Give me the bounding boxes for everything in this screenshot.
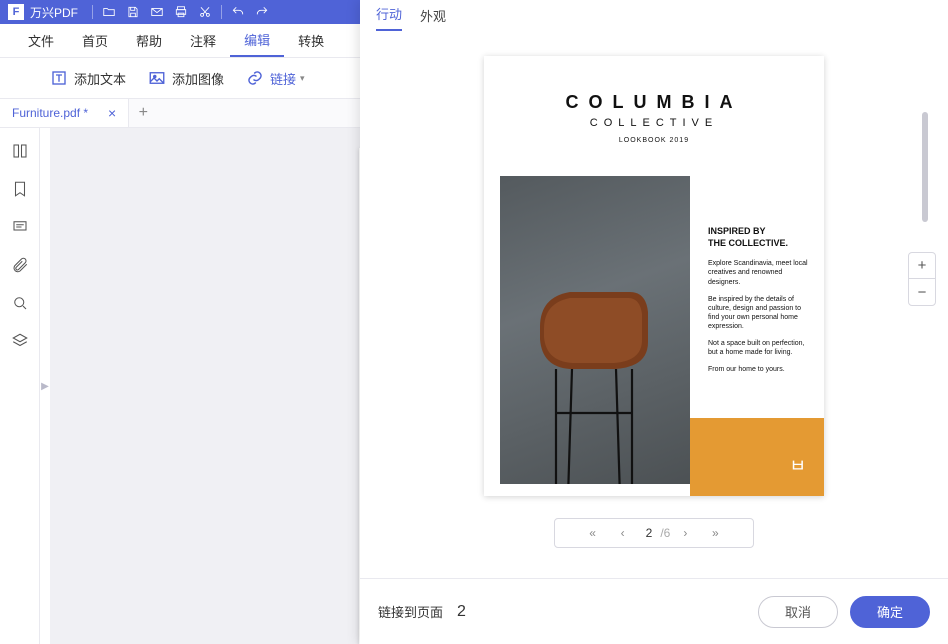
text-icon (50, 69, 68, 87)
preview-hero-image (500, 176, 690, 484)
cancel-button[interactable]: 取消 (758, 596, 838, 628)
document-tab-label: Furniture.pdf * (12, 106, 88, 120)
link-tool[interactable]: 链接 ▾ (246, 69, 305, 88)
bookmark-icon[interactable] (11, 180, 29, 198)
side-heading: INSPIRED BY THE COLLECTIVE. (708, 226, 808, 249)
chevron-down-icon: ▾ (300, 73, 305, 84)
total-pages: /6 (660, 526, 670, 540)
app-title: 万兴PDF (30, 4, 78, 21)
menu-annotate[interactable]: 注释 (176, 24, 230, 57)
current-page: 2 (646, 526, 653, 540)
add-image-tool[interactable]: 添加图像 (148, 69, 224, 88)
save-icon[interactable] (123, 2, 143, 22)
link-label: 链接 (270, 69, 296, 88)
mail-icon[interactable] (147, 2, 167, 22)
first-page-button[interactable]: « (578, 526, 608, 540)
link-dialog: 行动 外观 COLUMBIA COLLECTIVE LOOKBOOK 2019 (360, 0, 948, 644)
comment-icon[interactable] (11, 218, 29, 236)
menu-edit[interactable]: 编辑 (230, 24, 284, 57)
scrollbar-thumb[interactable] (922, 112, 928, 222)
preview-scrollbar[interactable] (922, 112, 928, 232)
last-page-button[interactable]: » (700, 526, 730, 540)
add-text-label: 添加文本 (74, 69, 126, 88)
add-image-label: 添加图像 (172, 69, 224, 88)
dialog-footer: 链接到页面 2 取消 确定 (360, 578, 948, 644)
zoom-in-button[interactable]: + (909, 253, 935, 279)
side-paragraph: From our home to yours. (708, 365, 808, 374)
link-icon (246, 69, 264, 87)
redo-icon[interactable] (252, 2, 272, 22)
menu-convert[interactable]: 转换 (284, 24, 338, 57)
separator (92, 5, 93, 19)
preview-area: COLUMBIA COLLECTIVE LOOKBOOK 2019 INSPIR… (360, 32, 948, 578)
thumbnails-icon[interactable] (11, 142, 29, 160)
zoom-out-button[interactable]: − (909, 279, 935, 305)
prev-page-button[interactable]: ‹ (608, 526, 638, 540)
menu-help[interactable]: 帮助 (122, 24, 176, 57)
preview-side-copy: INSPIRED BY THE COLLECTIVE. Explore Scan… (708, 226, 808, 382)
undo-icon[interactable] (228, 2, 248, 22)
document-tab[interactable]: Furniture.pdf * × (0, 99, 129, 127)
preview-accent-block: ㅂ (690, 418, 824, 496)
image-icon (148, 69, 166, 87)
separator (221, 5, 222, 19)
attachment-icon[interactable] (11, 256, 29, 274)
preview-brand: COLUMBIA COLLECTIVE LOOKBOOK 2019 (484, 56, 824, 144)
brand-subtitle: COLLECTIVE (484, 117, 824, 129)
menu-file[interactable]: 文件 (14, 24, 68, 57)
chair-illustration (520, 267, 670, 484)
accent-glyph: ㅂ (789, 452, 806, 478)
link-to-page-label: 链接到页面 (378, 602, 443, 621)
preview-page[interactable]: COLUMBIA COLLECTIVE LOOKBOOK 2019 INSPIR… (484, 56, 824, 496)
dialog-tab-appearance[interactable]: 外观 (420, 6, 446, 31)
add-text-tool[interactable]: 添加文本 (50, 69, 126, 88)
side-paragraph: Explore Scandinavia, meet local creative… (708, 259, 808, 286)
link-to-page-value: 2 (457, 603, 466, 621)
zoom-control: + − (908, 252, 936, 306)
menu-home[interactable]: 首页 (68, 24, 122, 57)
close-tab-icon[interactable]: × (108, 105, 116, 121)
new-tab-button[interactable]: + (129, 104, 157, 122)
left-sidebar (0, 128, 40, 644)
side-paragraph: Be inspired by the details of culture, d… (708, 295, 808, 331)
open-folder-icon[interactable] (99, 2, 119, 22)
sidebar-collapse-handle[interactable]: ▶ (40, 128, 50, 644)
search-icon[interactable] (11, 294, 29, 312)
layers-icon[interactable] (11, 332, 29, 350)
brand-title: COLUMBIA (484, 92, 824, 113)
next-page-button[interactable]: › (670, 526, 700, 540)
dialog-tabs: 行动 外观 (360, 0, 948, 32)
ok-button[interactable]: 确定 (850, 596, 930, 628)
brand-tagline: LOOKBOOK 2019 (484, 137, 824, 144)
app-logo (8, 4, 24, 20)
side-paragraph: Not a space built on perfection, but a h… (708, 339, 808, 357)
page-navigator: « ‹ 2 /6 › » (554, 518, 754, 548)
cut-icon[interactable] (195, 2, 215, 22)
dialog-tab-action[interactable]: 行动 (376, 4, 402, 31)
print-icon[interactable] (171, 2, 191, 22)
